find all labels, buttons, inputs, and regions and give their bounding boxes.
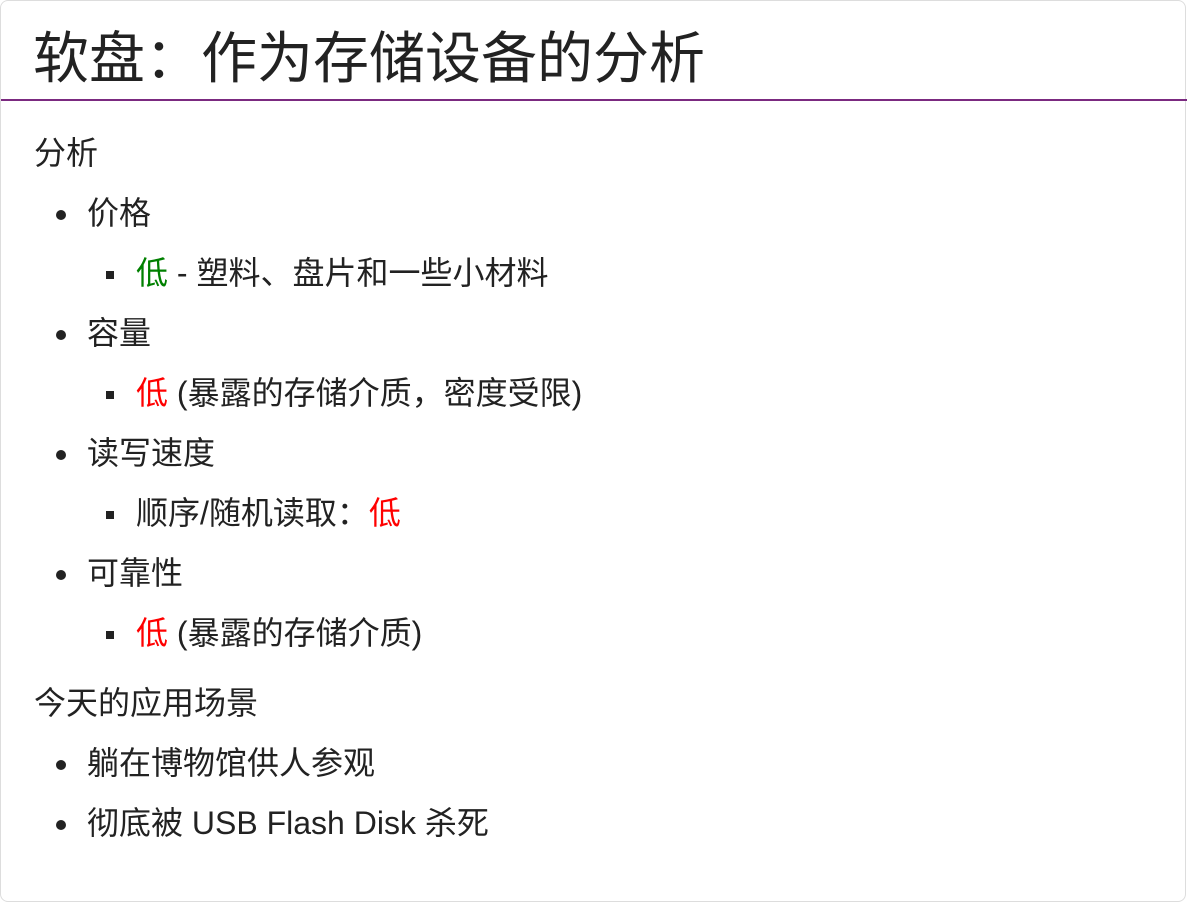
analysis-subitem: 低 - 塑料、盘片和一些小材料 <box>34 243 582 303</box>
analysis-list: 价格 低 - 塑料、盘片和一些小材料 容量 低 (暴露的存储介质，密度受限) 读写速… <box>34 183 582 663</box>
subitem-suffix: (暴露的存储介质，密度受限) <box>168 375 583 411</box>
section-heading-analysis: 分析 <box>34 135 99 171</box>
rating-highlight: 低 <box>136 255 169 291</box>
page-title: 软盘：作为存储设备的分析 <box>33 27 705 90</box>
analysis-item-label: 价格 <box>87 195 152 231</box>
subitem-prefix: 顺序/随机读取： <box>136 495 369 531</box>
analysis-subitem: 低 (暴露的存储介质，密度受限) <box>34 363 582 423</box>
rating-highlight: 低 <box>136 375 169 411</box>
today-item-label: 彻底被 USB Flash Disk 杀死 <box>87 805 489 841</box>
today-item-label: 躺在博物馆供人参观 <box>87 745 376 781</box>
analysis-item: 读写速度 <box>34 423 582 483</box>
section-heading-today: 今天的应用场景 <box>34 685 259 721</box>
title-divider <box>1 99 1187 101</box>
analysis-item: 价格 <box>34 183 582 243</box>
today-list: 躺在博物馆供人参观彻底被 USB Flash Disk 杀死 <box>34 733 582 853</box>
analysis-subitem: 顺序/随机读取：低 <box>34 483 582 543</box>
analysis-item: 可靠性 <box>34 543 582 603</box>
analysis-item-label: 容量 <box>87 315 152 351</box>
rating-highlight: 低 <box>136 615 169 651</box>
today-item: 躺在博物馆供人参观 <box>34 733 582 793</box>
today-item: 彻底被 USB Flash Disk 杀死 <box>34 793 582 853</box>
slide-card: 软盘：作为存储设备的分析 分析 价格 低 - 塑料、盘片和一些小材料 容量 低 (… <box>0 0 1187 902</box>
analysis-item-label: 读写速度 <box>87 435 216 471</box>
analysis-subitem: 低 (暴露的存储介质) <box>34 603 582 663</box>
rating-highlight: 低 <box>368 495 401 531</box>
analysis-item: 容量 <box>34 303 582 363</box>
subitem-suffix: (暴露的存储介质) <box>168 615 423 651</box>
subitem-suffix: - 塑料、盘片和一些小材料 <box>168 255 549 291</box>
analysis-item-label: 可靠性 <box>87 555 184 591</box>
slide-content: 分析 价格 低 - 塑料、盘片和一些小材料 容量 低 (暴露的存储介质，密度受限)… <box>34 123 582 853</box>
